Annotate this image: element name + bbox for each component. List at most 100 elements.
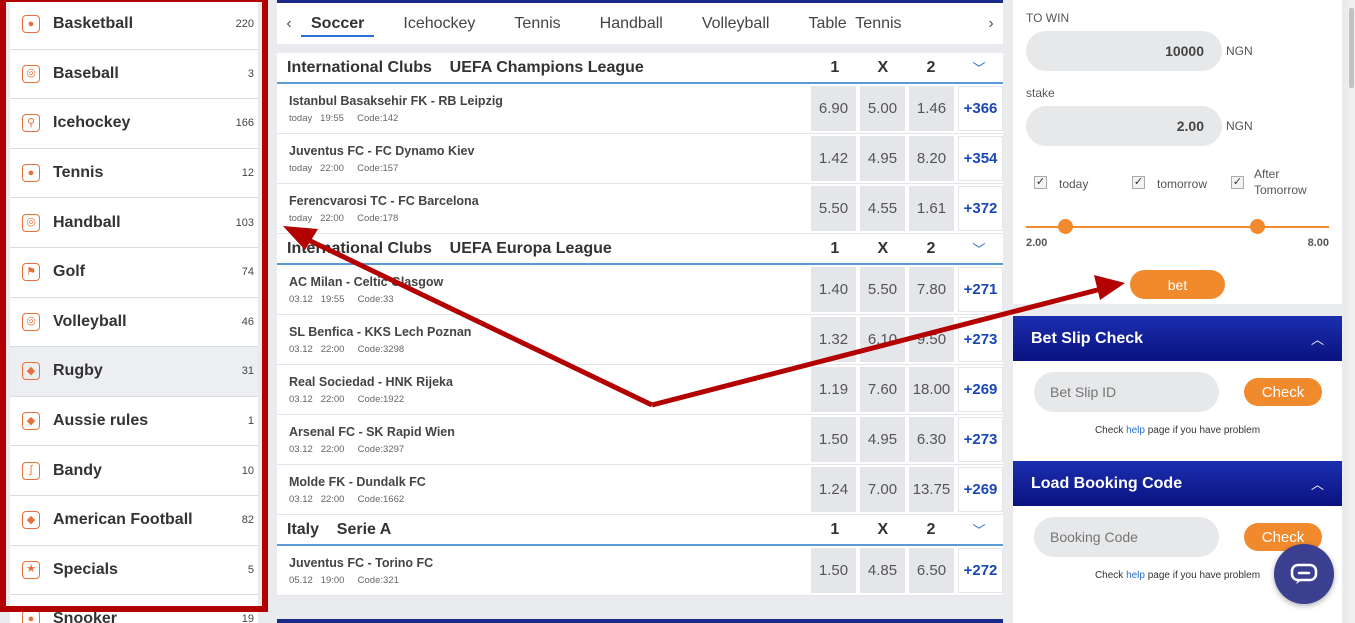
sidebar-item-count: 166 — [235, 117, 254, 130]
match-info[interactable]: Arsenal FC - SK Rapid Wien 03.12 22:00 Co… — [289, 425, 811, 455]
odd-away[interactable]: 7.80 — [909, 267, 954, 312]
checkbox-after-tomorrow[interactable]: ✓ After Tomorrow — [1231, 167, 1324, 198]
bet-slip-id-input[interactable] — [1034, 372, 1219, 412]
odd-away[interactable]: 8.20 — [909, 136, 954, 181]
more-markets-button[interactable]: +273 — [958, 417, 1003, 462]
checkbox-tomorrow[interactable]: ✓ tomorrow — [1132, 176, 1207, 192]
help-link[interactable]: help — [1126, 425, 1145, 436]
odd-home[interactable]: 5.50 — [811, 186, 856, 231]
match-info[interactable]: Istanbul Basaksehir FK - RB Leipzig today… — [289, 94, 811, 124]
odds-range-max-handle[interactable] — [1250, 219, 1265, 234]
bet-button[interactable]: bet — [1130, 270, 1225, 299]
tab-volleyball[interactable]: Volleyball — [692, 15, 780, 33]
chevron-up-icon[interactable]: ︿ — [1311, 329, 1324, 348]
odd-draw[interactable]: 7.60 — [860, 367, 905, 412]
sidebar-item-aussie-rules[interactable]: ◆ Aussie rules 1 — [10, 396, 258, 447]
more-markets-button[interactable]: +269 — [958, 467, 1003, 512]
more-markets-button[interactable]: +272 — [958, 548, 1003, 593]
odd-away[interactable]: 13.75 — [909, 467, 954, 512]
page-scrollbar-thumb[interactable] — [1349, 8, 1354, 88]
sidebar-item-label: Snooker — [53, 610, 118, 623]
odd-draw[interactable]: 4.95 — [860, 136, 905, 181]
sidebar-item-baseball[interactable]: ◎ Baseball 3 — [10, 49, 258, 100]
check-icon: ✓ — [1231, 176, 1244, 189]
more-markets-button[interactable]: +273 — [958, 317, 1003, 362]
match-info[interactable]: Molde FK - Dundalk FC 03.12 22:00 Code:16… — [289, 475, 811, 505]
odd-away[interactable]: 1.46 — [909, 86, 954, 131]
odd-away[interactable]: 6.50 — [909, 548, 954, 593]
odd-home[interactable]: 1.19 — [811, 367, 856, 412]
match-info[interactable]: SL Benfica - KKS Lech Poznan 03.12 22:00 … — [289, 325, 811, 355]
match-row: Istanbul Basaksehir FK - RB Leipzig today… — [277, 84, 1003, 134]
tab-tennis[interactable]: Tennis — [504, 15, 570, 33]
to-win-currency: NGN — [1226, 44, 1253, 58]
odd-home[interactable]: 1.32 — [811, 317, 856, 362]
odd-draw[interactable]: 6.10 — [860, 317, 905, 362]
odd-away[interactable]: 9.50 — [909, 317, 954, 362]
sidebar-item-tennis[interactable]: ● Tennis 12 — [10, 148, 258, 199]
odd-draw[interactable]: 4.95 — [860, 417, 905, 462]
odd-draw[interactable]: 5.50 — [860, 267, 905, 312]
bet-slip-check-header[interactable]: Bet Slip Check ︿ — [1013, 316, 1342, 361]
chevron-down-icon[interactable]: ﹀ — [955, 239, 1003, 258]
match-info[interactable]: AC Milan - Celtic Glasgow 03.12 19:55 Cod… — [289, 275, 811, 305]
more-markets-button[interactable]: +271 — [958, 267, 1003, 312]
odd-home[interactable]: 1.42 — [811, 136, 856, 181]
booking-code-input[interactable] — [1034, 517, 1219, 557]
sidebar-item-count: 82 — [241, 514, 254, 527]
bet-slip-check-button[interactable]: Check — [1244, 378, 1322, 406]
sidebar-item-american-football[interactable]: ◆ American Football 82 — [10, 495, 258, 546]
tabs-left-arrow-icon[interactable]: ‹ — [277, 15, 301, 33]
page-scrollbar[interactable] — [1348, 0, 1355, 623]
tab-table-tennis[interactable]: Table Tennis — [798, 15, 911, 33]
chevron-down-icon[interactable]: ﹀ — [955, 520, 1003, 539]
tabs-right-arrow-icon[interactable]: › — [979, 15, 1003, 33]
sidebar-item-handball[interactable]: ◎ Handball 103 — [10, 198, 258, 248]
tab-soccer[interactable]: Soccer — [301, 15, 375, 37]
odd-home[interactable]: 1.24 — [811, 467, 856, 512]
sidebar-item-snooker[interactable]: ● Snooker 19 — [10, 595, 258, 623]
tab-icehockey[interactable]: Icehockey — [393, 15, 485, 33]
bet-slip-help-text: Check help page if you have problem — [1094, 425, 1261, 436]
to-win-input[interactable] — [1026, 31, 1222, 71]
chevron-up-icon[interactable]: ︿ — [1311, 474, 1324, 493]
odds-range-min-handle[interactable] — [1058, 219, 1073, 234]
booking-code-header[interactable]: Load Booking Code ︿ — [1013, 461, 1342, 506]
more-markets-button[interactable]: +354 — [958, 136, 1003, 181]
sidebar-item-icehockey[interactable]: ⚲ Icehockey 166 — [10, 99, 258, 149]
odd-draw[interactable]: 4.55 — [860, 186, 905, 231]
help-link[interactable]: help — [1126, 570, 1145, 581]
odd-home[interactable]: 6.90 — [811, 86, 856, 131]
match-info[interactable]: Real Sociedad - HNK Rijeka 03.12 22:00 Co… — [289, 375, 811, 405]
sidebar-item-volleyball[interactable]: ◎ Volleyball 46 — [10, 297, 258, 348]
sportsbook-page: ● Basketball 220 ◎ Baseball 3 ⚲ Icehockey 166 ● Te… — [0, 0, 1355, 623]
chat-button[interactable] — [1274, 544, 1334, 604]
more-markets-button[interactable]: +372 — [958, 186, 1003, 231]
match-info[interactable]: Ferencvarosi TC - FC Barcelona today 22:0… — [289, 194, 811, 224]
more-markets-button[interactable]: +366 — [958, 86, 1003, 131]
stake-input[interactable] — [1026, 106, 1222, 146]
checkbox-today[interactable]: ✓ today — [1034, 176, 1088, 192]
odd-away[interactable]: 6.30 — [909, 417, 954, 462]
more-markets-button[interactable]: +269 — [958, 367, 1003, 412]
sidebar-item-count: 103 — [235, 216, 254, 229]
snooker-icon: ● — [22, 610, 40, 623]
odd-away[interactable]: 1.61 — [909, 186, 954, 231]
odd-home[interactable]: 1.40 — [811, 267, 856, 312]
odd-home[interactable]: 1.50 — [811, 417, 856, 462]
odd-home[interactable]: 1.50 — [811, 548, 856, 593]
tab-handball[interactable]: Handball — [590, 15, 673, 33]
odd-draw[interactable]: 7.00 — [860, 467, 905, 512]
match-info[interactable]: Juventus FC - FC Dynamo Kiev today 22:00 … — [289, 144, 811, 174]
chevron-down-icon[interactable]: ﹀ — [955, 58, 1003, 77]
sidebar-item-rugby[interactable]: ◆ Rugby 31 — [10, 347, 258, 397]
sidebar-item-bandy[interactable]: ∫ Bandy 10 — [10, 446, 258, 496]
sidebar-item-specials[interactable]: ★ Specials 5 — [10, 545, 258, 596]
sidebar-item-basketball[interactable]: ● Basketball 220 — [10, 0, 258, 50]
sidebar-item-golf[interactable]: ⚑ Golf 74 — [10, 247, 258, 298]
match-info[interactable]: Juventus FC - Torino FC 05.12 19:00 Code:… — [289, 556, 811, 586]
odd-draw[interactable]: 4.85 — [860, 548, 905, 593]
odd-away[interactable]: 18.00 — [909, 367, 954, 412]
odd-draw[interactable]: 5.00 — [860, 86, 905, 131]
golf-icon: ⚑ — [22, 263, 40, 282]
